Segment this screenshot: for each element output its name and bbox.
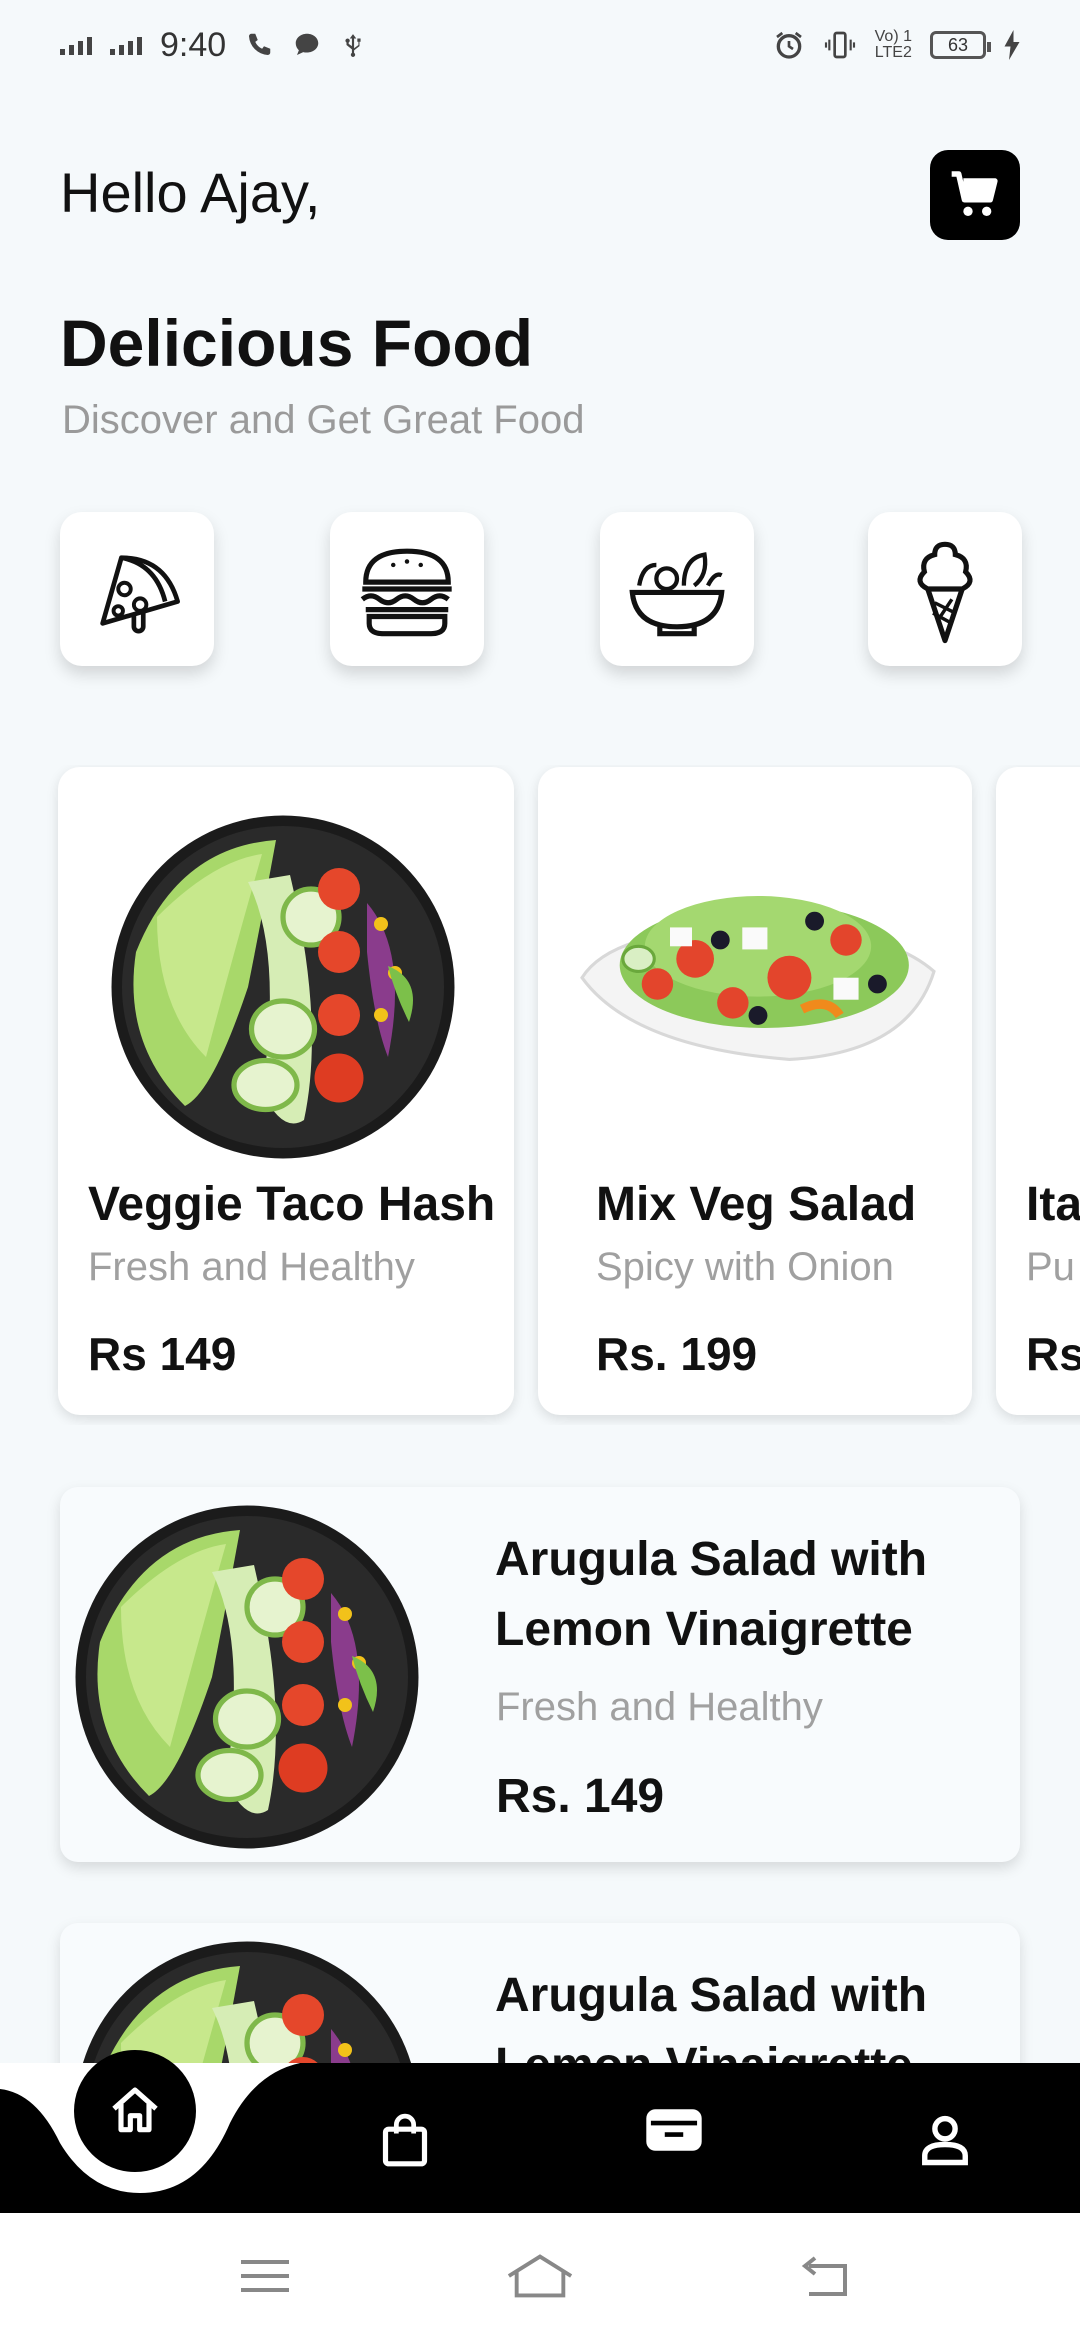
charging-icon (1004, 30, 1020, 60)
nav-profile-button[interactable] (915, 2110, 975, 2170)
list-item-price: Rs. 149 (496, 1770, 665, 1823)
wallet-icon (646, 2109, 702, 2151)
category-salad[interactable] (600, 512, 754, 666)
list-clip: Arugula Salad with Lemon Vinaigrette (0, 1900, 1080, 2063)
lte-indicator: Vo) 1 LTE2 (874, 28, 912, 61)
nav-wallet-button[interactable] (644, 2100, 704, 2160)
featured-desc: Fresh and Healthy (88, 1245, 415, 1289)
list-item-desc: Fresh and Healthy (496, 1685, 823, 1729)
message-icon (295, 33, 319, 55)
list-item[interactable]: Arugula Salad with Lemon Vinaigrette Fre… (60, 1487, 1020, 1862)
list-item[interactable]: Arugula Salad with Lemon Vinaigrette (60, 1923, 1020, 2063)
home-outline-icon (507, 2254, 573, 2298)
system-menu-button[interactable] (230, 2251, 300, 2301)
salad-bowl-image (111, 815, 455, 1159)
featured-card[interactable]: Veggie Taco Hash Fresh and Healthy Rs 14… (58, 767, 514, 1415)
category-burger[interactable] (330, 512, 484, 666)
cart-icon (951, 171, 998, 216)
featured-price: Rs. 199 (596, 1328, 758, 1380)
page-subtitle: Discover and Get Great Food (62, 398, 585, 442)
back-icon (801, 2256, 847, 2296)
shopping-bag-icon (382, 2113, 428, 2167)
profile-icon (922, 2115, 968, 2166)
mix-veg-salad-image (580, 896, 936, 1062)
usb-icon (345, 34, 361, 57)
vibrate-icon (824, 31, 855, 59)
battery-icon: 63 (930, 31, 991, 59)
category-ice-cream[interactable] (868, 512, 1022, 666)
cart-button[interactable] (930, 150, 1020, 240)
system-home-button[interactable] (505, 2251, 575, 2301)
featured-card[interactable]: Ita Pu Rs (996, 767, 1080, 1415)
pizza-icon (100, 555, 180, 634)
featured-desc: Pu (1026, 1245, 1075, 1289)
signal-icon (110, 35, 142, 55)
greeting-text: Hello Ajay, (60, 161, 321, 224)
menu-icon (241, 2260, 289, 2292)
nav-shopping-button[interactable] (375, 2110, 435, 2170)
featured-desc: Spicy with Onion (596, 1245, 894, 1289)
burger-icon (360, 548, 452, 637)
list-item-name: Arugula Salad with Lemon Vinaigrette (495, 1969, 928, 2063)
system-back-button[interactable] (790, 2251, 860, 2301)
salad-bowl-icon (629, 552, 725, 637)
nav-home-button[interactable] (74, 2050, 196, 2172)
salad-bowl-image (75, 1505, 419, 1849)
home-icon (112, 2087, 158, 2133)
alarm-icon (775, 31, 802, 59)
status-time: 9:40 (160, 25, 227, 64)
category-pizza[interactable] (60, 512, 214, 666)
page-title: Delicious Food (60, 306, 534, 380)
featured-price: Rs (1026, 1328, 1080, 1380)
featured-price: Rs 149 (88, 1328, 237, 1380)
system-nav-bar (0, 2213, 1080, 2340)
signal-icon (60, 35, 92, 55)
featured-carousel[interactable]: Veggie Taco Hash Fresh and Healthy Rs 14… (0, 765, 1080, 1425)
status-bar: 9:40 Vo) 1 LTE2 63 (0, 0, 1080, 90)
phone-icon (249, 33, 271, 55)
list-item-name: Arugula Salad with Lemon Vinaigrette (495, 1533, 928, 1656)
featured-name: Veggie Taco Hash (88, 1178, 496, 1231)
salad-bowl-image (83, 1941, 411, 2063)
ice-cream-icon (917, 541, 973, 644)
featured-card[interactable]: Mix Veg Salad Spicy with Onion Rs. 199 (538, 767, 972, 1415)
featured-name: Ita (1026, 1178, 1080, 1231)
featured-name: Mix Veg Salad (596, 1178, 917, 1231)
